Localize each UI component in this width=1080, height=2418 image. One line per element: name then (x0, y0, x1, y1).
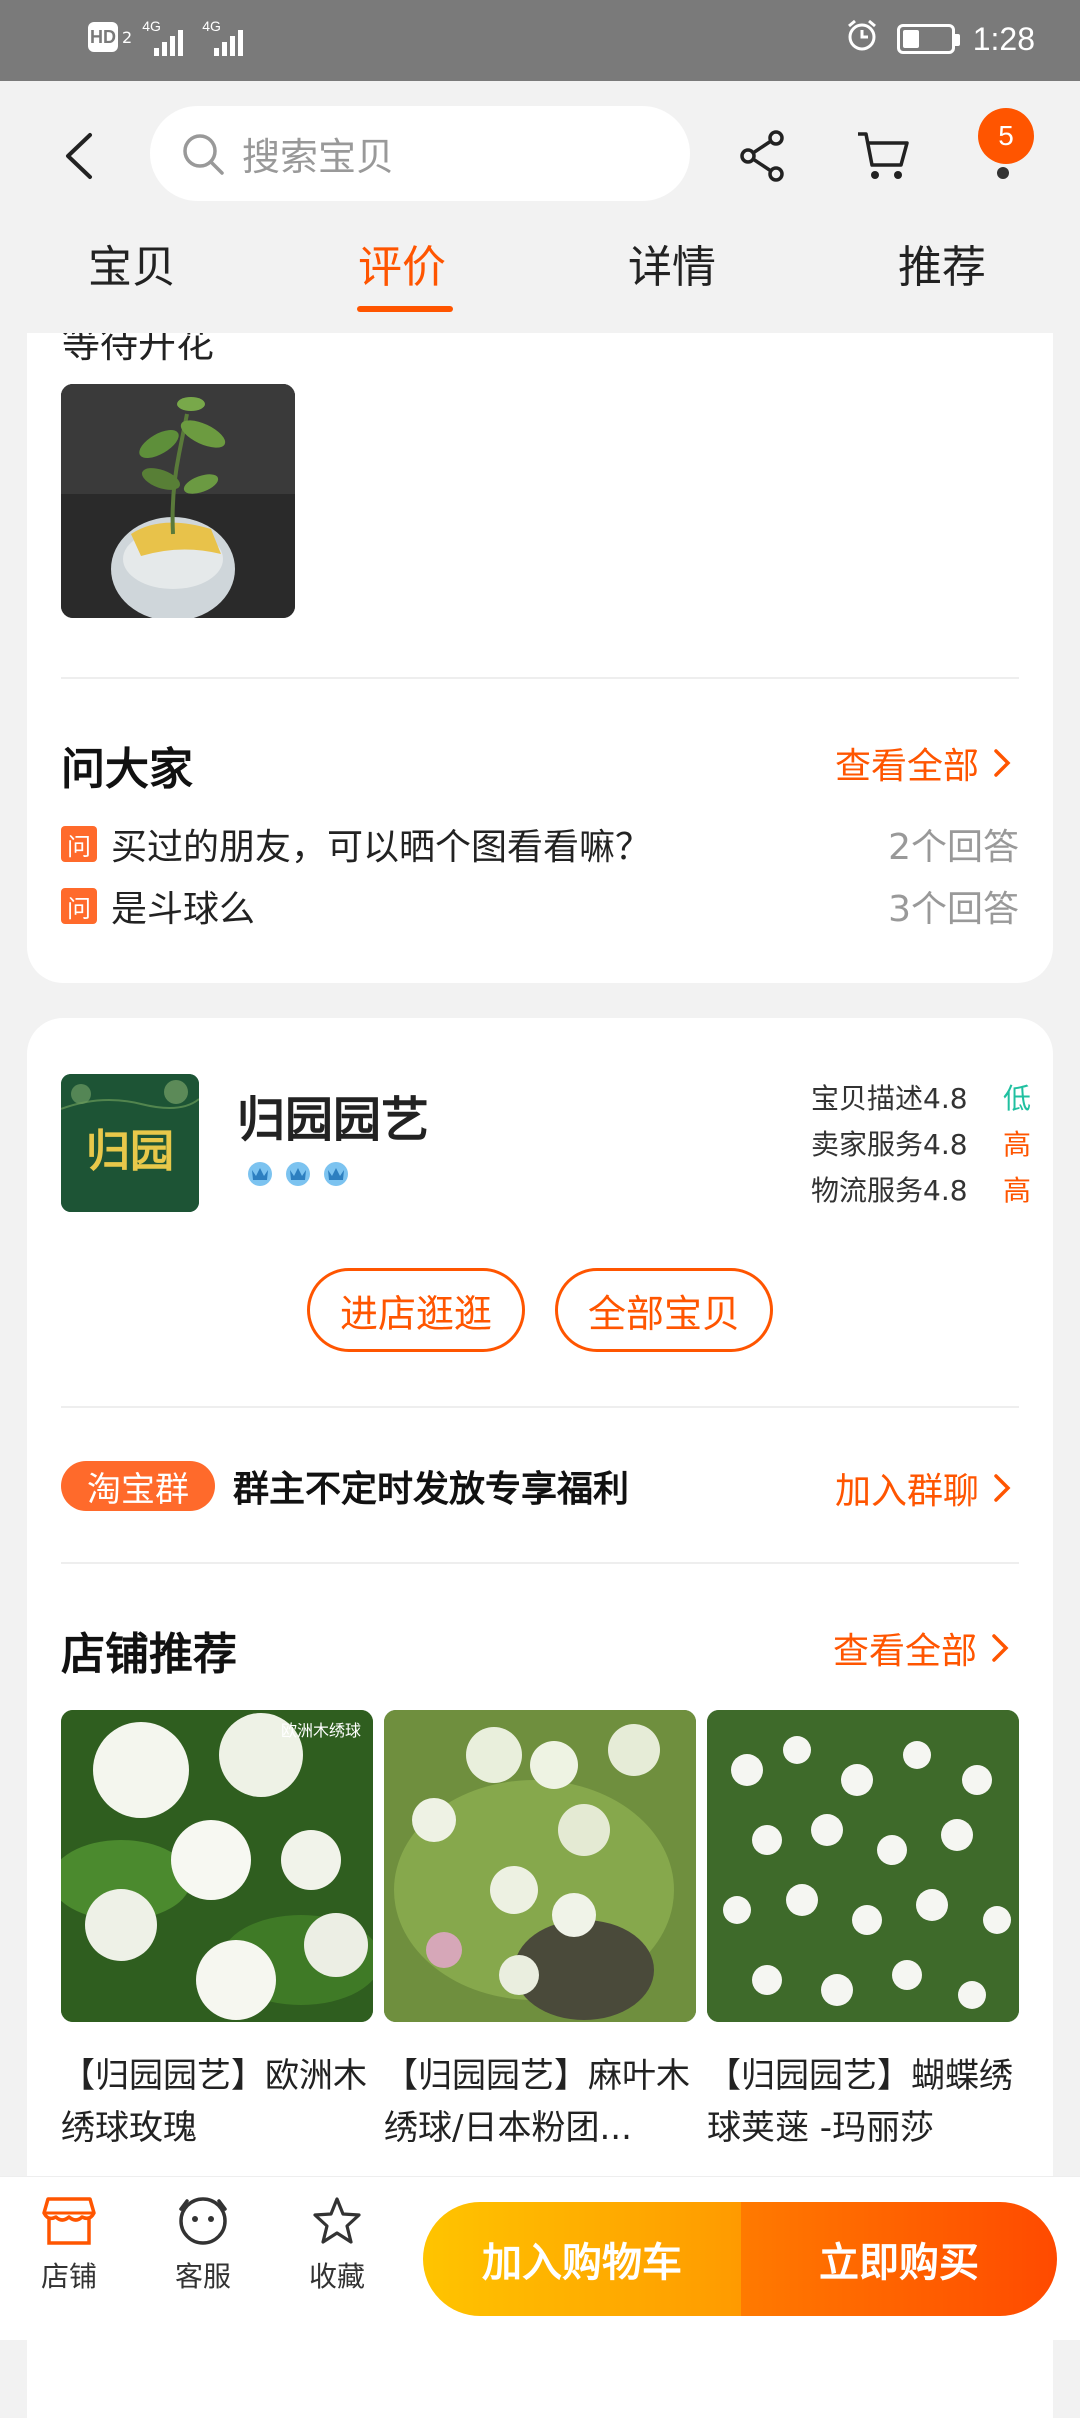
tab-reviews[interactable]: 评价 (358, 231, 446, 295)
qa-title: 问大家 (61, 744, 193, 795)
back-button[interactable] (54, 121, 104, 191)
crown-icon (248, 1162, 272, 1186)
recommend-products: 欧洲木绣球 【归园园艺】欧洲木绣球玫瑰 【归园园艺】麻叶木绣球/日本粉团... … (61, 1710, 1019, 2210)
cart-icon (858, 132, 909, 179)
join-group-link[interactable]: 加入群聊 (835, 1462, 1011, 1514)
tab-item[interactable]: 宝贝 (88, 231, 176, 295)
product-card[interactable]: 【归园园艺】麻叶木绣球/日本粉团... (384, 1710, 696, 2154)
shop-level-crowns (243, 1158, 353, 1188)
signal-icon-2: 4G (202, 18, 252, 56)
share-button[interactable] (728, 121, 798, 191)
share-icon (740, 130, 784, 182)
qa-question: 是斗球么 (111, 889, 256, 930)
qa-question-row[interactable]: 问 是斗球么 3个回答 (61, 881, 1019, 931)
customer-service-icon (179, 2197, 227, 2245)
divider (61, 1406, 1019, 1408)
shop-logo[interactable]: 归园 (61, 1074, 199, 1212)
review-photo[interactable] (61, 384, 295, 618)
all-items-button[interactable]: 全部宝贝 (555, 1268, 773, 1352)
product-name: 【归园园艺】蝴蝶绣球荚蒾 -玛丽莎 (707, 2056, 1013, 2148)
product-card[interactable]: 【归园园艺】蝴蝶绣球荚蒾 -玛丽莎 (707, 1710, 1019, 2154)
cart-button[interactable] (848, 121, 918, 191)
top-header: 搜索宝贝 5 宝贝 评价 详情 推荐 (0, 81, 1080, 333)
status-bar: HD 2 4G 4G 1:28 (0, 0, 1080, 81)
service-label: 客服 (174, 2260, 231, 2293)
reviews-card: 等待开花 问大家 查看全部 问 买过的朋友，可以晒个图看看嘛？ 2个回答 问 是… (27, 333, 1053, 983)
shop-logo-text: 归园 (86, 1126, 174, 1177)
tab-details[interactable]: 详情 (628, 231, 716, 295)
back-arrow-icon (66, 133, 92, 179)
status-left: HD 2 4G 4G (88, 18, 252, 56)
chevron-right-icon (994, 1474, 1011, 1502)
tab-active-indicator (357, 306, 453, 312)
product-name: 【归园园艺】麻叶木绣球/日本粉团... (384, 2056, 690, 2148)
qa-view-all[interactable]: 查看全部 (835, 737, 1011, 789)
tab-recommend[interactable]: 推荐 (898, 231, 986, 295)
review-text: 等待开花 (62, 333, 215, 366)
favorite-button[interactable]: 收藏 (292, 2195, 382, 2295)
shop-ratings: 宝贝描述4.8 低 卖家服务4.8 高 物流服务4.8 高 (811, 1074, 1031, 1212)
service-button[interactable]: 客服 (158, 2195, 248, 2295)
crown-icon (286, 1162, 310, 1186)
battery-icon (896, 24, 960, 54)
shop-tab-label: 店铺 (40, 2260, 97, 2293)
product-image[interactable]: 欧洲木绣球 (61, 1710, 373, 2022)
shop-icon (42, 2197, 96, 2245)
alarm-icon (845, 18, 879, 60)
tab-bar: 宝贝 评价 详情 推荐 (0, 231, 1080, 311)
enter-shop-button[interactable]: 进店逛逛 (307, 1268, 525, 1352)
bottom-action-bar: 店铺 客服 收藏 加入购物车 立即购买 (0, 2176, 1080, 2340)
taobao-group-tag: 淘宝群 (61, 1461, 215, 1511)
signal-icon: 4G (142, 18, 192, 56)
hd-icon: HD (88, 22, 118, 52)
cart-count-badge[interactable]: 5 (978, 108, 1034, 164)
search-icon (183, 133, 224, 175)
qa-view-all-label: 查看全部 (835, 746, 980, 787)
rating-label: 物流服务4.8 (811, 1174, 968, 1207)
product-card[interactable]: 欧洲木绣球 【归园园艺】欧洲木绣球玫瑰 (61, 1710, 373, 2154)
product-image-label: 欧洲木绣球 (281, 1721, 361, 1740)
search-placeholder: 搜索宝贝 (242, 135, 395, 179)
rating-label: 宝贝描述4.8 (811, 1082, 968, 1115)
rating-level: 低 (1002, 1082, 1031, 1115)
qa-question: 买过的朋友，可以晒个图看看嘛？ (111, 827, 652, 868)
recommend-view-all-label: 查看全部 (833, 1631, 978, 1672)
product-name: 【归园园艺】欧洲木绣球玫瑰 (61, 2056, 367, 2148)
more-menu-button[interactable] (997, 167, 1009, 179)
crown-icon (324, 1162, 348, 1186)
rating-row: 卖家服务4.8 高 (811, 1120, 1031, 1166)
shop-tab-button[interactable]: 店铺 (24, 2195, 114, 2295)
search-input[interactable]: 搜索宝贝 (150, 106, 690, 201)
buy-now-button[interactable]: 立即购买 (741, 2202, 1057, 2316)
shop-recommend-title: 店铺推荐 (61, 1629, 237, 1680)
chevron-right-icon (992, 1634, 1009, 1662)
question-icon: 问 (61, 888, 97, 924)
rating-row: 物流服务4.8 高 (811, 1166, 1031, 1212)
group-description: 群主不定时发放专享福利 (233, 1469, 630, 1510)
hd-sub: 2 (122, 27, 133, 47)
star-icon (313, 2197, 361, 2244)
product-image[interactable] (384, 1710, 696, 2022)
qa-answer-count: 2个回答 (888, 827, 1019, 868)
favorite-label: 收藏 (308, 2260, 365, 2293)
divider (61, 1562, 1019, 1564)
chevron-right-icon (994, 749, 1011, 777)
qa-answer-count: 3个回答 (888, 889, 1019, 930)
shop-name[interactable]: 归园园艺 (237, 1080, 429, 1150)
question-icon: 问 (61, 826, 97, 862)
clock: 1:28 (972, 20, 1035, 57)
divider (61, 677, 1019, 679)
status-right: 1:28 (845, 18, 1035, 60)
join-group-label: 加入群聊 (835, 1471, 980, 1512)
qa-question-row[interactable]: 问 买过的朋友，可以晒个图看看嘛？ 2个回答 (61, 819, 1019, 869)
rating-level: 高 (1002, 1128, 1031, 1161)
product-image[interactable] (707, 1710, 1019, 2022)
recommend-view-all[interactable]: 查看全部 (833, 1622, 1009, 1674)
add-to-cart-button[interactable]: 加入购物车 (423, 2202, 741, 2316)
rating-row: 宝贝描述4.8 低 (811, 1074, 1031, 1120)
rating-level: 高 (1002, 1174, 1031, 1207)
rating-label: 卖家服务4.8 (811, 1128, 968, 1161)
